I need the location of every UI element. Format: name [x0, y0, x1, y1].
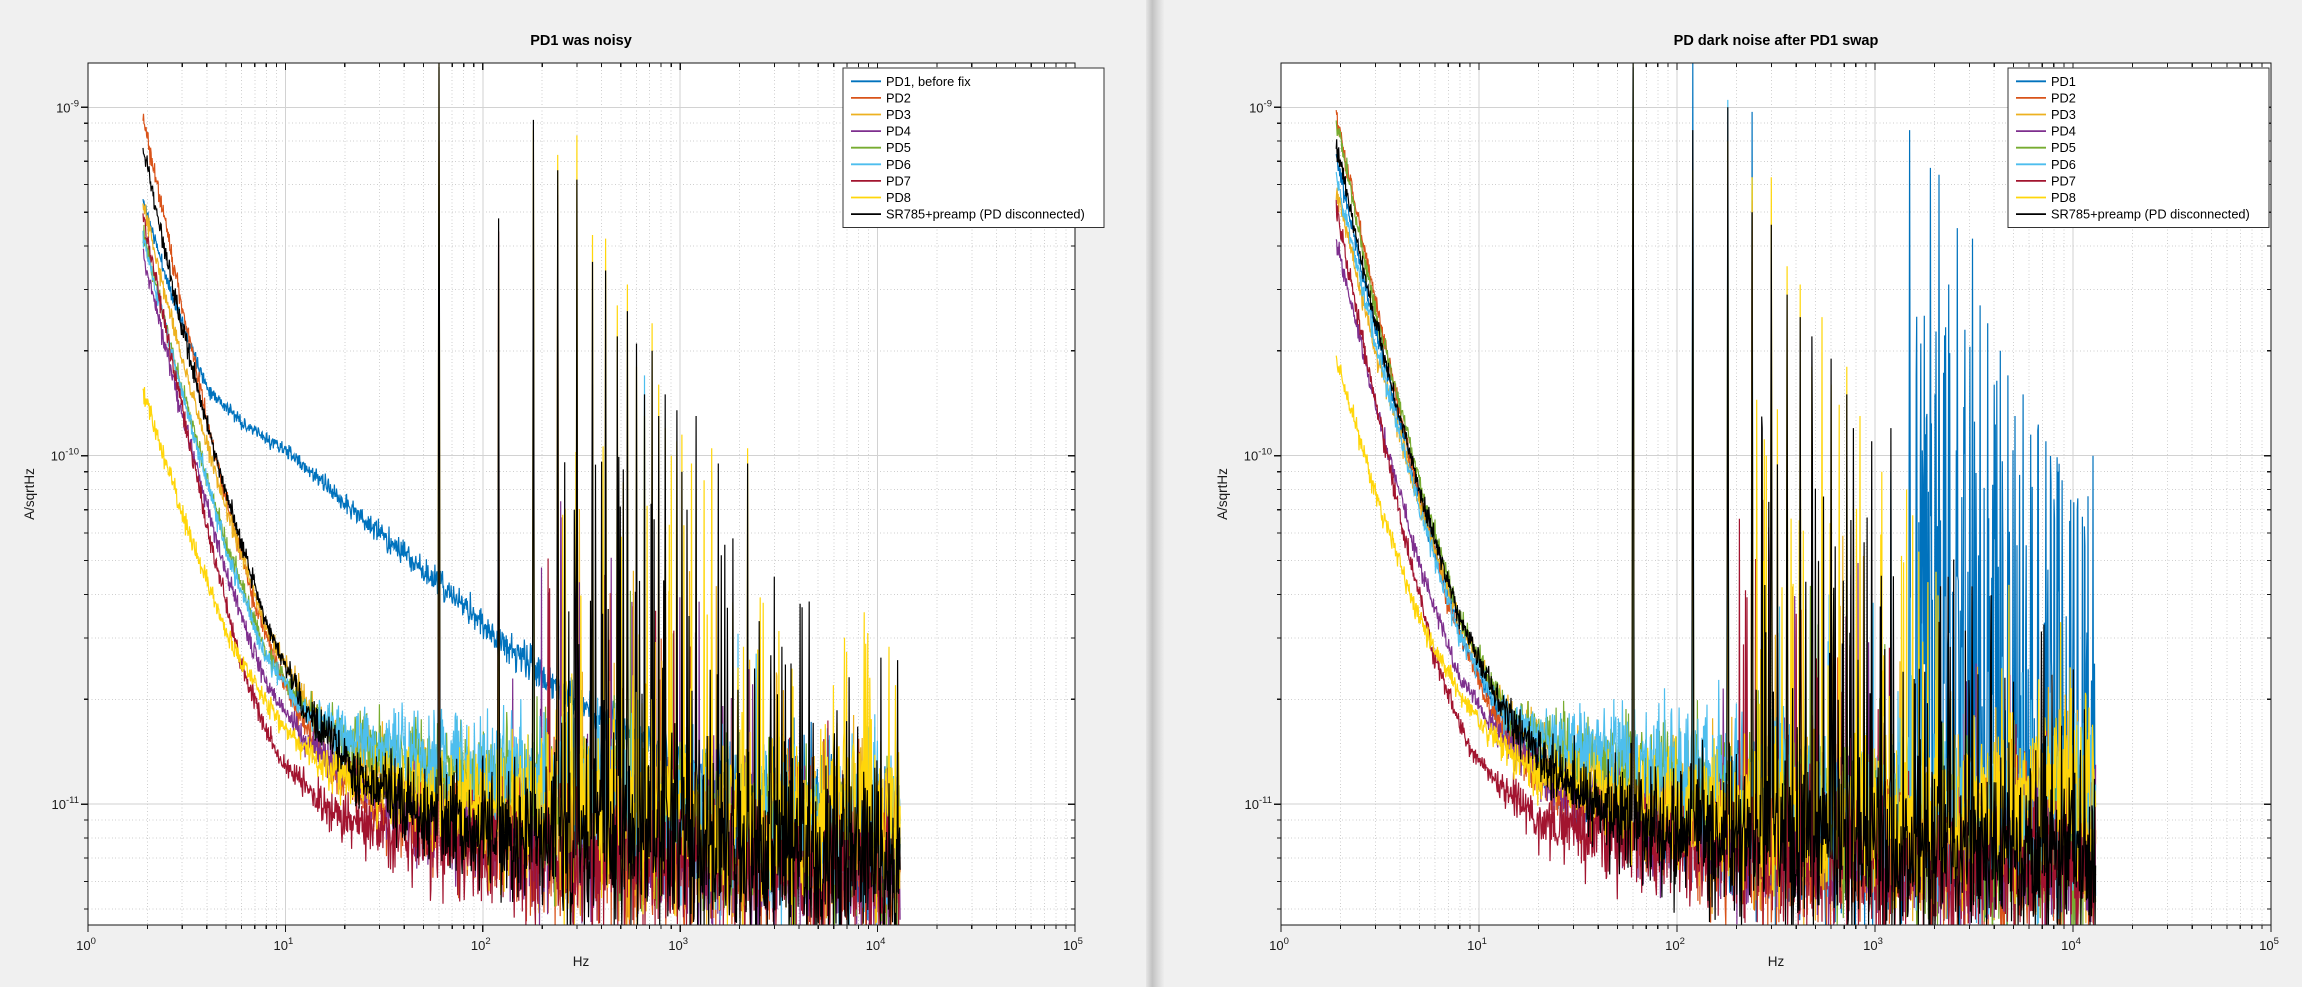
legend-label: PD1: [2051, 74, 2076, 89]
window-divider: [1146, 0, 1164, 987]
legend-label: PD5: [886, 140, 911, 155]
y-tick-label: 10-10: [1244, 447, 1272, 464]
y-tick-label: 10-10: [51, 447, 79, 464]
x-tick-label: 100: [1269, 936, 1289, 953]
x-tick-label: 105: [2259, 936, 2279, 953]
x-tick-label: 102: [471, 936, 491, 953]
desktop-background: 100 101 102 103 104 105 10-9 10-10 10-11 PD1, bef…: [0, 0, 2302, 987]
x-tick-label: 104: [866, 936, 886, 953]
left-y-axis-label: A/sqrtHz: [22, 468, 37, 520]
x-tick-label: 101: [274, 936, 294, 953]
x-tick-label: 104: [2061, 936, 2081, 953]
legend: PD1PD2 PD3 PD4PD5 PD6PD7 PD8 SR785+preamp (PD…: [2007, 67, 2270, 228]
left-x-axis-label: Hz: [573, 954, 590, 969]
right-chart-title: PD dark noise after PD1 swap: [1674, 33, 1879, 49]
right-chart-canvas: 100 101 102 103 104 10510-910-1010-11PD1PD2PD…: [1215, 33, 2279, 969]
legend: PD1, before fixPD2 PD3 PD4PD5 PD6PD7 PD8 SR78…: [842, 67, 1105, 228]
y-tick-label: 10-11: [52, 795, 80, 812]
legend-label: PD3: [886, 107, 911, 122]
legend-label: PD8: [886, 190, 911, 205]
legend-label: PD7: [886, 173, 911, 188]
legend-entry: SR785+preamp (PD disconnected): [851, 207, 1085, 222]
right-x-axis-label: Hz: [1768, 954, 1785, 969]
left-chart-canvas: 100 101 102 103 104 105 10-9 10-10 10-11 PD1, bef…: [22, 33, 1105, 969]
x-tick-label: 101: [1467, 936, 1487, 953]
y-tick-label: 10-9: [1249, 98, 1272, 115]
figure-left: 100 101 102 103 104 105 10-9 10-10 10-11 PD1, bef…: [0, 0, 1146, 987]
legend-label: PD1, before fix: [886, 74, 971, 89]
y-tick-label: 10-9: [56, 98, 79, 115]
legend-label: PD2: [886, 90, 911, 105]
legend-label: PD6: [2051, 157, 2076, 172]
legend-label: PD2: [2051, 90, 2076, 105]
legend-box: [842, 67, 1105, 228]
legend-label: PD8: [2051, 190, 2076, 205]
legend-entry: SR785+preamp (PD disconnected): [2016, 207, 2250, 222]
x-tick-label: 103: [1863, 936, 1883, 953]
legend-label: PD6: [886, 157, 911, 172]
legend-label: PD4: [2051, 124, 2076, 139]
legend-label: PD7: [2051, 173, 2076, 188]
legend-label: SR785+preamp (PD disconnected): [2051, 207, 2250, 222]
y-tick-label: 10-11: [1245, 795, 1273, 812]
x-tick-label: 103: [668, 936, 688, 953]
legend-label: SR785+preamp (PD disconnected): [886, 207, 1085, 222]
x-tick-label: 105: [1063, 936, 1083, 953]
legend-label: PD5: [2051, 140, 2076, 155]
x-tick-label: 100: [76, 936, 96, 953]
x-tick-label: 102: [1665, 936, 1685, 953]
legend-label: PD4: [886, 124, 911, 139]
right-y-axis-label: A/sqrtHz: [1215, 468, 1230, 520]
figure-right: 100 101 102 103 104 105 10-9 10-10 10-11 PD1 PD2 PD…: [1164, 0, 2302, 987]
legend-box: [2007, 67, 2270, 228]
legend-label: PD3: [2051, 107, 2076, 122]
right-plot-area: 100 101 102 103 104 10510-910-1010-11PD1PD2PD…: [1244, 62, 2279, 953]
left-chart-title: PD1 was noisy: [530, 33, 632, 49]
left-plot-area: 100 101 102 103 104 105 10-9 10-10 10-11 PD1, bef…: [51, 62, 1105, 953]
